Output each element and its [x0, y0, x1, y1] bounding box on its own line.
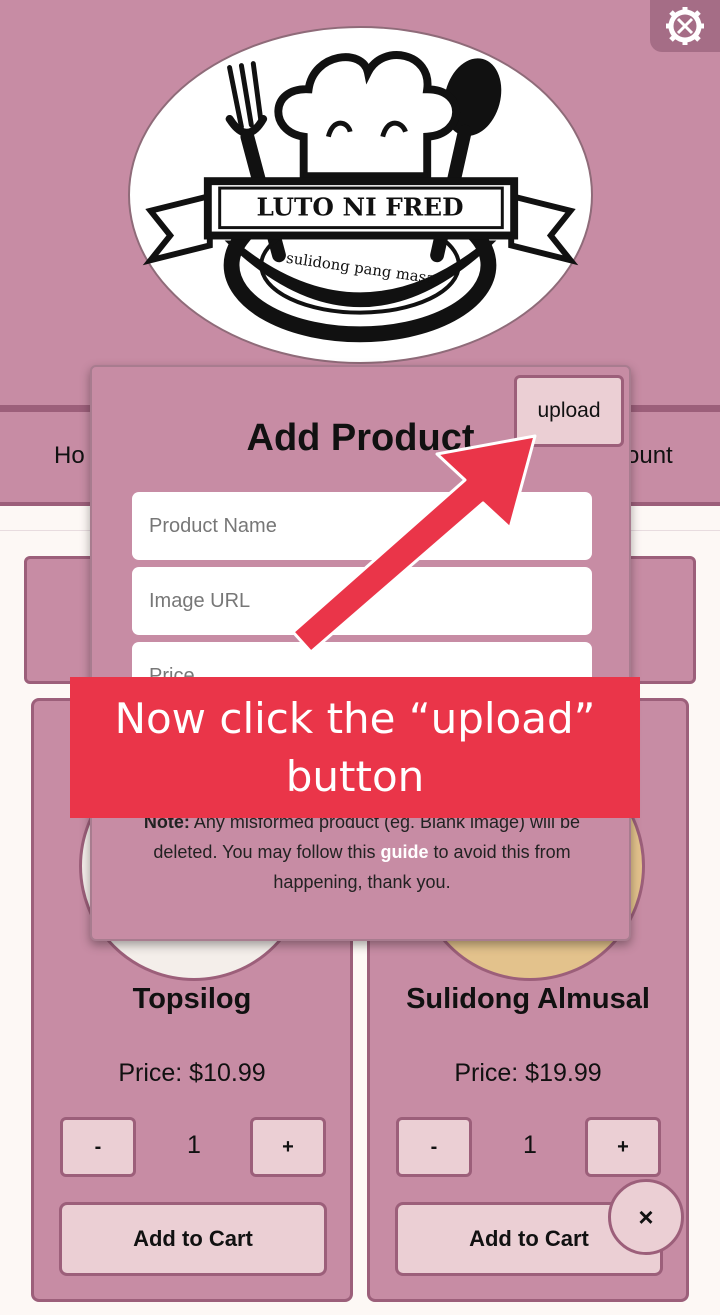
increase-quantity-button[interactable]: +	[250, 1117, 326, 1177]
add-to-cart-button[interactable]: Add to Cart	[59, 1202, 327, 1276]
product-price: Price: $19.99	[454, 1059, 602, 1087]
modal-note: Note: Any misformed product (eg. Blank i…	[122, 807, 602, 897]
close-button[interactable]: ×	[608, 1179, 684, 1255]
decrease-quantity-button[interactable]: -	[60, 1117, 136, 1177]
settings-button[interactable]	[650, 0, 720, 52]
upload-button[interactable]: upload	[514, 375, 624, 447]
settings-tools-icon	[666, 7, 704, 45]
add-product-modal: Add Product upload Note: Any misformed p…	[90, 365, 631, 941]
decrease-quantity-button[interactable]: -	[396, 1117, 472, 1177]
product-title: Sulidong Almusal	[406, 983, 650, 1015]
logo-slogan: sulidong pang masa	[285, 250, 436, 288]
quantity-value: 1	[523, 1131, 537, 1159]
instruction-banner: Now click the “upload” button	[70, 677, 640, 818]
guide-link[interactable]: guide	[381, 842, 429, 862]
product-name-input[interactable]	[132, 492, 592, 560]
brand-logo: LUTO NI FRED sulidong pang masa	[128, 26, 593, 364]
close-icon: ×	[638, 1201, 654, 1232]
nav-item-home[interactable]: Ho	[54, 442, 85, 470]
product-price: Price: $10.99	[118, 1059, 266, 1087]
nav-item-account[interactable]: ount	[626, 442, 673, 470]
chef-hat-icon	[274, 51, 461, 186]
logo-name: LUTO NI FRED	[257, 193, 464, 222]
product-title: Topsilog	[132, 983, 252, 1015]
image-url-input[interactable]	[132, 567, 592, 635]
increase-quantity-button[interactable]: +	[585, 1117, 661, 1177]
quantity-value: 1	[187, 1131, 201, 1159]
